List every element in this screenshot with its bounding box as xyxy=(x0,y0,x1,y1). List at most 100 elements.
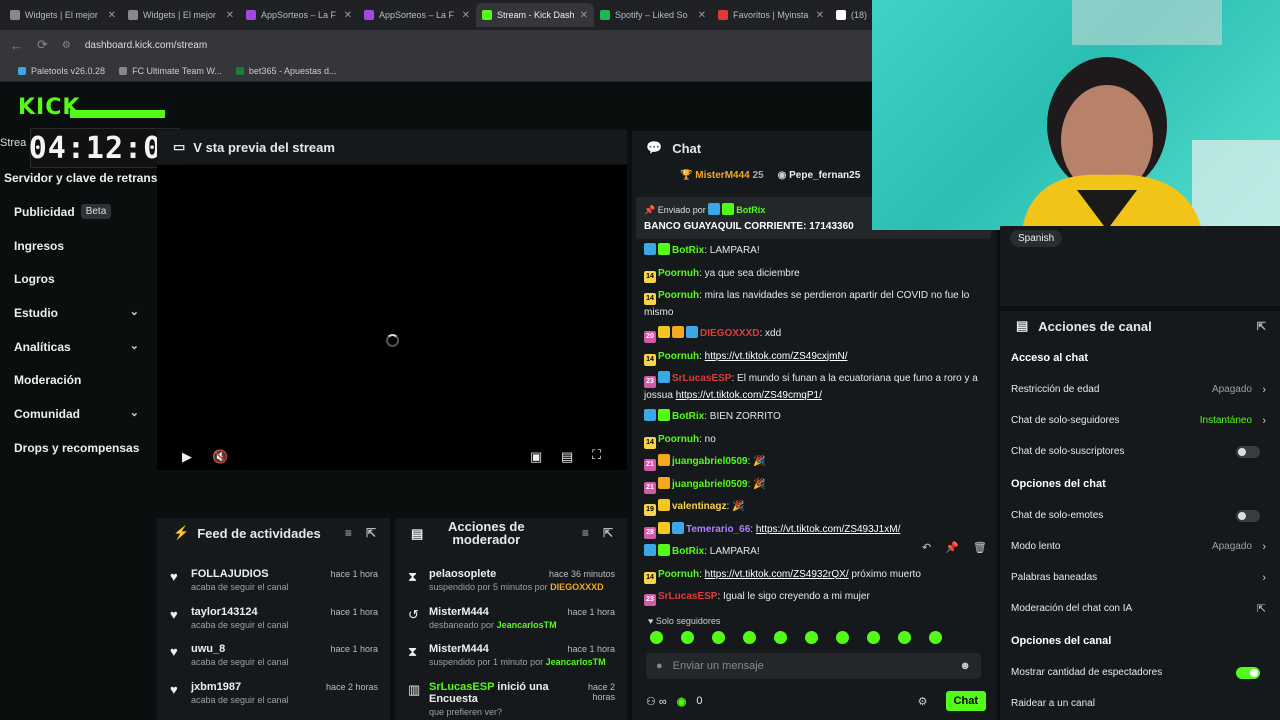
moderator-name[interactable]: JeancarlosTM xyxy=(546,657,606,667)
browser-tab[interactable]: Favoritos | Myinsta ✕ xyxy=(712,3,830,27)
pip-icon[interactable]: ▣ xyxy=(530,449,542,465)
bookmark-item[interactable]: bet365 - Apuestas d... xyxy=(235,66,336,76)
chat-username[interactable]: juangabriel0509 xyxy=(672,479,748,490)
channel-action-row[interactable]: Mostrar cantidad de espectadores xyxy=(1000,657,1280,688)
chat-message[interactable]: BotRix: LAMPARA! xyxy=(644,243,984,259)
close-icon[interactable]: ✕ xyxy=(698,10,706,21)
channel-action-row[interactable]: Moderación del chat con IA ⇱ xyxy=(1000,593,1280,624)
channel-action-row[interactable]: Chat de solo-suscriptores xyxy=(1000,436,1280,467)
video-player[interactable] xyxy=(157,165,627,470)
channel-action-row[interactable]: Raidear a un canal xyxy=(1000,688,1280,719)
browser-tab[interactable]: AppSorteos – La F ✕ xyxy=(240,3,358,27)
sidebar-item-publicidad[interactable]: Publicidad Beta xyxy=(0,195,155,229)
chat-username[interactable]: BotRix xyxy=(672,411,704,422)
fullscreen-icon[interactable]: ⛶ xyxy=(592,447,601,463)
emote-icon[interactable] xyxy=(681,631,694,644)
chat-username[interactable]: Poornuh xyxy=(658,290,699,301)
browser-tab[interactable]: Widgets | El mejor ✕ xyxy=(122,3,240,27)
reload-icon[interactable]: ⟳ xyxy=(37,37,48,53)
external-link-icon[interactable]: ⇱ xyxy=(1257,602,1266,615)
chat-username[interactable]: Poornuh xyxy=(658,434,699,445)
site-settings-icon[interactable]: ⚙ xyxy=(62,40,71,51)
mod-action-username[interactable]: MisterM444 xyxy=(429,643,489,655)
chat-username[interactable]: SrLucasESP xyxy=(658,591,717,602)
pin-icon[interactable]: 📌 xyxy=(945,541,959,554)
chat-link[interactable]: https://vt.tiktok.com/ZS493J1xM/ xyxy=(756,524,901,535)
close-icon[interactable]: ✕ xyxy=(462,10,470,21)
popout-icon[interactable]: ⇱ xyxy=(366,526,376,540)
play-icon[interactable]: ▶ xyxy=(182,449,192,465)
top-gifter[interactable]: ◉ Pepe_fernan25 xyxy=(778,170,861,181)
close-icon[interactable]: ✕ xyxy=(344,10,352,21)
chat-message[interactable]: 20 DIEGOXXXD: xdd xyxy=(644,326,984,343)
bookmark-item[interactable]: FC Ultimate Team W... xyxy=(119,66,222,76)
chevron-right-icon[interactable]: › xyxy=(1262,541,1266,553)
emoji-icon[interactable]: ☻ xyxy=(959,660,971,672)
sidebar-item-estudio[interactable]: Estudio ⌄ xyxy=(0,296,155,330)
channel-action-row[interactable]: Chat de solo-seguidores Instantáneo › xyxy=(1000,405,1280,436)
chevron-down-icon[interactable]: ⌄ xyxy=(130,305,139,318)
users-icon[interactable]: ⚇ ∞ xyxy=(646,695,667,708)
chat-message[interactable]: 21 juangabriel0509: 🎉 xyxy=(644,476,984,494)
emote-icon[interactable] xyxy=(774,631,787,644)
chat-message[interactable]: 14 Poornuh: no xyxy=(644,432,984,449)
sidebar-item-ingresos[interactable]: Ingresos xyxy=(0,229,155,263)
chevron-right-icon[interactable]: › xyxy=(1262,415,1266,427)
browser-tab[interactable]: AppSorteos – La F ✕ xyxy=(358,3,476,27)
popout-icon[interactable]: ⇱ xyxy=(1257,320,1266,333)
theater-icon[interactable]: ▤ xyxy=(561,449,573,465)
chat-link[interactable]: https://vt.tiktok.com/ZS4932rQX/ xyxy=(705,569,849,580)
chat-message[interactable]: 19 valentinagz: 🎉 xyxy=(644,499,984,516)
close-icon[interactable]: ✕ xyxy=(108,10,116,21)
chat-username[interactable]: juangabriel0509 xyxy=(672,456,748,467)
sidebar-item-logros[interactable]: Logros xyxy=(0,262,155,296)
emote-icon[interactable] xyxy=(712,631,725,644)
back-icon[interactable]: ← xyxy=(10,38,23,53)
chat-message[interactable]: 23 SrLucasESP: El mundo si funan a la ecu… xyxy=(644,371,984,404)
emote-icon[interactable] xyxy=(836,631,849,644)
sidebar-item-drops-y-recompensas[interactable]: Drops y recompensas xyxy=(0,431,155,465)
browser-tab[interactable]: Stream - Kick Dash ✕ xyxy=(476,3,594,27)
chevron-right-icon[interactable]: › xyxy=(1262,384,1266,396)
mute-icon[interactable]: 🔇 xyxy=(212,449,228,465)
filter-icon[interactable]: ≡ xyxy=(345,526,352,540)
chat-link[interactable]: https://vt.tiktok.com/ZS49cmqP1/ xyxy=(676,390,822,401)
toggle-switch[interactable] xyxy=(1236,666,1260,679)
chat-message[interactable]: 21 juangabriel0509: 🎉 xyxy=(644,454,984,471)
browser-tab[interactable]: Spotify – Liked So ✕ xyxy=(594,3,712,27)
close-icon[interactable]: ✕ xyxy=(816,10,824,21)
mod-action-username[interactable]: SrLucasESP xyxy=(429,681,494,693)
chat-username[interactable]: BotRix xyxy=(672,245,704,256)
chat-username[interactable]: Poornuh xyxy=(658,569,699,580)
gear-icon[interactable]: ⚙ xyxy=(918,695,928,708)
sidebar-item-comunidad[interactable]: Comunidad ⌄ xyxy=(0,397,155,431)
emote-icon[interactable] xyxy=(898,631,911,644)
channel-action-row[interactable]: Chat de solo-emotes xyxy=(1000,500,1280,531)
chat-username[interactable]: valentinagz xyxy=(672,501,726,512)
moderator-name[interactable]: JeancarlosTM xyxy=(497,620,557,630)
chat-message[interactable]: 14 Poornuh: mira las navidades se perdier… xyxy=(644,288,984,321)
trash-icon[interactable]: 🗑 xyxy=(973,541,987,554)
chat-input[interactable]: ● Enviar un mensaje ☻ xyxy=(646,653,981,679)
mod-action-username[interactable]: MisterM444 xyxy=(429,606,489,618)
chat-link[interactable]: https://vt.tiktok.com/ZS49cxjmN/ xyxy=(705,351,848,362)
chevron-right-icon[interactable]: › xyxy=(1262,572,1266,584)
mod-action-username[interactable]: pelaosoplete xyxy=(429,568,496,580)
sidebar-item-anal-ticas[interactable]: Analíticas ⌄ xyxy=(0,330,155,364)
close-icon[interactable]: ✕ xyxy=(226,10,234,21)
url-text[interactable]: dashboard.kick.com/stream xyxy=(85,40,207,51)
filter-icon[interactable]: ≡ xyxy=(582,526,589,540)
chevron-down-icon[interactable]: ⌄ xyxy=(130,406,139,419)
emote-icon[interactable] xyxy=(929,631,942,644)
bookmark-item[interactable]: Paletools v26.0.28 xyxy=(18,66,105,76)
chat-message[interactable]: 14 Poornuh: ya que sea diciembre xyxy=(644,266,984,283)
chat-message[interactable]: 14 Poornuh: https://vt.tiktok.com/ZS49cxj… xyxy=(644,349,984,366)
popout-icon[interactable]: ⇱ xyxy=(603,526,613,540)
chat-message[interactable]: 28 Temerario_66: https://vt.tiktok.com/ZS… xyxy=(644,521,984,539)
chat-message[interactable]: 23 SrLucasESP: Igual le sigo creyendo a m… xyxy=(644,589,984,606)
send-chat-button[interactable]: Chat xyxy=(945,691,986,711)
chat-username[interactable]: BotRix xyxy=(672,546,704,557)
chat-message[interactable]: BotRix: BIEN ZORRITO xyxy=(644,409,984,425)
close-icon[interactable]: ✕ xyxy=(580,10,588,21)
sidebar-item-moderaci-n[interactable]: Moderación xyxy=(0,363,155,397)
